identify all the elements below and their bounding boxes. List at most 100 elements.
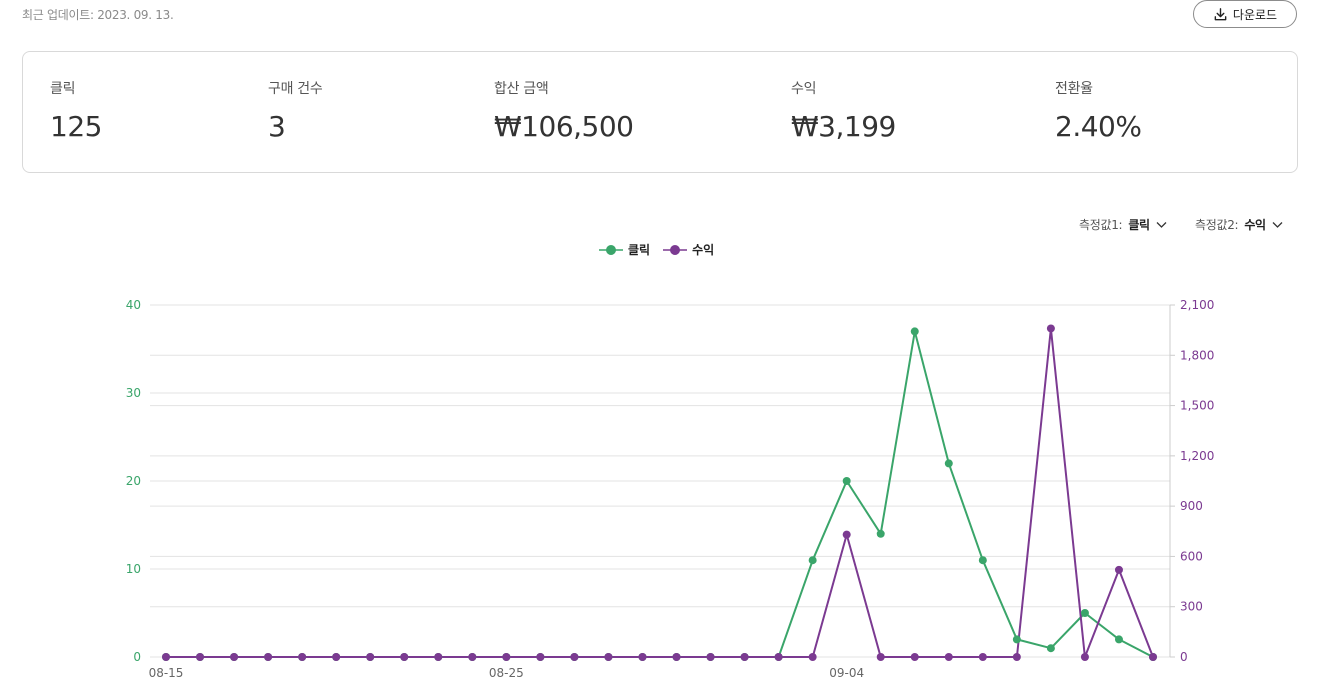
data-point-clicks [808,556,817,565]
data-point-revenue [638,653,647,661]
legend-label: 수익 [692,243,715,257]
data-point-clicks [332,653,341,661]
data-point-clicks [468,653,477,661]
stat-total-amount: 합산 금액 ₩106,500 [494,78,634,143]
data-point-clicks [740,653,749,661]
data-point-clicks [230,653,239,661]
data-point-clicks [978,556,987,565]
summary-stats-card: 클릭 125 구매 건수 3 합산 금액 ₩106,500 수익 ₩3,199 … [22,51,1298,173]
data-point-revenue [536,653,545,661]
data-point-clicks [672,653,681,661]
data-point-revenue [196,653,205,661]
data-point-revenue [162,653,170,661]
data-point-clicks [604,653,613,661]
data-point-revenue [774,653,783,661]
data-point-clicks [910,327,919,336]
data-point-revenue [570,653,579,661]
y-right-tick-label: 1,200 [1180,449,1214,463]
data-point-clicks [1080,609,1089,617]
data-point-clicks [502,653,511,661]
stat-label: 구매 건수 [268,81,323,97]
stat-conversion-rate: 전환율 2.40% [1055,78,1142,143]
last-updated-text: 최근 업데이트: 2023. 09. 13. [22,8,174,22]
data-point-revenue [1080,653,1089,661]
data-point-revenue [808,653,817,661]
legend-marker-icon [599,244,623,255]
data-point-clicks [536,653,545,661]
data-point-clicks [876,529,885,538]
stat-value: ₩106,500 [494,110,634,143]
metric1-dropdown[interactable]: 측정값1: 클릭 [1079,216,1167,233]
data-point-revenue [332,653,341,661]
data-point-revenue [230,653,239,661]
data-point-clicks [196,653,205,661]
legend-label: 클릭 [628,243,651,257]
metric1-label: 측정값1: [1079,218,1123,232]
legend-item-revenue[interactable]: 수익 [662,241,714,258]
y-right-tick-label: 1,800 [1180,348,1214,362]
download-icon [1214,7,1227,20]
data-point-clicks [570,653,579,661]
data-point-clicks [944,459,953,468]
data-point-revenue [1012,653,1021,661]
data-point-revenue [876,653,885,661]
data-point-revenue [842,530,851,539]
data-point-clicks [774,653,783,661]
y-left-tick-label: 40 [126,298,141,312]
metric1-value: 클릭 [1128,218,1150,232]
data-point-clicks [400,653,409,661]
y-right-tick-label: 0 [1180,650,1188,664]
x-tick-label: 08-25 [489,666,524,680]
data-point-revenue [400,653,409,661]
y-right-tick-label: 900 [1180,499,1203,513]
data-point-revenue [298,653,307,661]
data-point-clicks [706,653,715,661]
y-left-tick-label: 0 [133,650,141,664]
metric2-dropdown[interactable]: 측정값2: 수익 [1195,216,1283,233]
stat-value: ₩3,199 [791,110,896,143]
y-left-tick-label: 30 [126,386,141,400]
chevron-down-icon [1156,221,1167,228]
legend-marker-icon [663,244,688,255]
stat-value: 125 [50,110,102,143]
stat-label: 수익 [791,81,817,97]
data-point-revenue [740,653,749,661]
data-point-clicks [1149,653,1157,661]
y-left-tick-label: 10 [126,562,141,576]
data-point-clicks [842,477,851,485]
stat-label: 합산 금액 [494,81,549,97]
x-tick-label: 09-04 [829,666,864,680]
data-point-clicks [1114,635,1123,644]
legend-item-clicks[interactable]: 클릭 [598,241,650,258]
stat-value: 2.40% [1055,110,1142,143]
x-tick-label: 08-15 [149,666,184,680]
stat-value: 3 [268,110,286,143]
data-point-clicks [434,653,443,661]
data-point-revenue [672,653,681,661]
series-line-revenue [166,327,1154,658]
data-point-revenue [366,653,375,661]
data-point-revenue [978,653,987,661]
data-point-clicks [162,653,170,661]
stat-clicks: 클릭 125 [50,78,102,143]
data-point-clicks [1012,635,1021,644]
chart-legend: 클릭 수익 [598,241,714,258]
y-right-tick-label: 600 [1180,549,1203,563]
data-point-revenue [1149,653,1157,661]
data-point-revenue [468,653,477,661]
data-point-revenue [434,653,443,661]
data-point-clicks [264,653,273,661]
stat-label: 전환율 [1055,81,1093,97]
stat-label: 클릭 [50,81,76,97]
y-right-tick-label: 2,100 [1180,298,1214,312]
data-point-revenue [604,653,613,661]
data-point-revenue [910,653,919,661]
data-point-revenue [1046,324,1055,333]
y-left-tick-label: 20 [126,474,141,488]
download-button[interactable]: 다운로드 [1193,0,1297,28]
chevron-down-icon [1272,221,1283,228]
metric2-value: 수익 [1244,218,1266,232]
stat-revenue: 수익 ₩3,199 [791,78,896,143]
data-point-clicks [638,653,647,661]
data-point-clicks [1046,644,1055,653]
